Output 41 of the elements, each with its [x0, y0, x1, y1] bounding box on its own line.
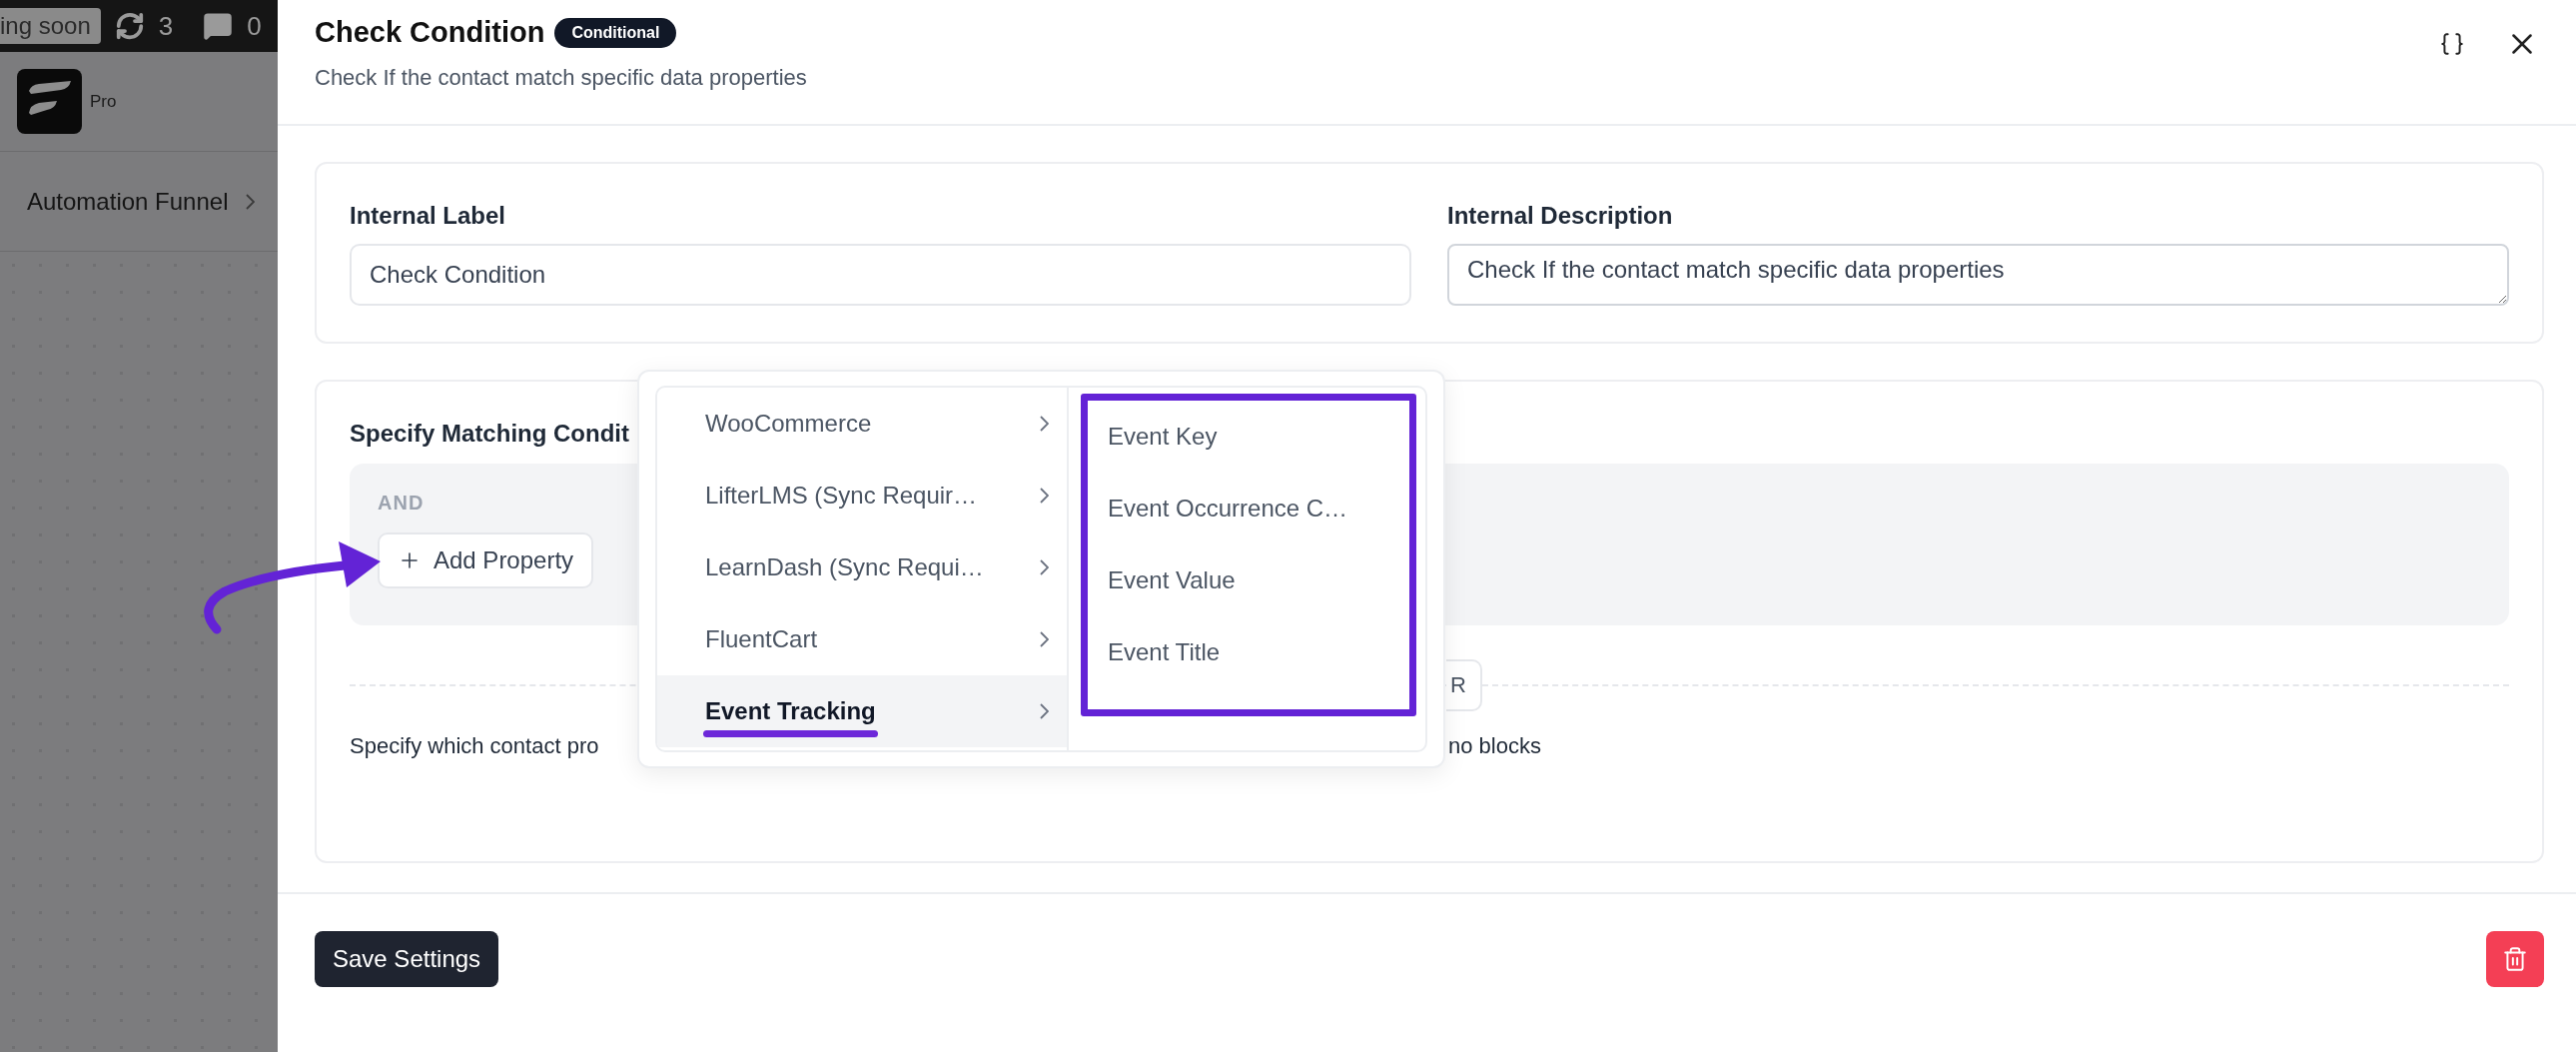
chevron-icon — [1040, 488, 1049, 504]
chevron-icon — [1040, 631, 1049, 647]
section-heading: Specify Matching Condit — [350, 420, 629, 448]
field-label: Internal Description — [1447, 202, 1674, 230]
group-label: AND — [378, 492, 425, 515]
add-property-button[interactable]: Add Property — [378, 532, 594, 588]
drawer-subtitle: Check If the contact match specific data properties — [315, 65, 808, 91]
coming-soon-badge: ing soon — [0, 8, 101, 44]
menu-option[interactable]: Event Occurrence C… — [1108, 473, 1409, 544]
description-field[interactable]: Check If the contact match specific data properties — [1447, 244, 2509, 306]
plan-label: Pro — [90, 91, 117, 112]
help-text: no blocks — [1448, 733, 1541, 759]
logo-icon — [17, 69, 82, 134]
chevron-icon — [1040, 703, 1049, 719]
chevron-icon — [246, 193, 256, 210]
menu-option[interactable]: Event Title — [1108, 616, 1409, 688]
braces-icon — [2439, 31, 2465, 57]
menu-category[interactable]: LearnDash (Sync Requi… — [657, 531, 1067, 603]
comment-icon[interactable] — [203, 11, 234, 41]
update-count: 3 — [158, 10, 174, 42]
chevron-icon — [1040, 559, 1049, 575]
sync-icon[interactable] — [114, 11, 145, 41]
menu-option[interactable]: Event Value — [1108, 544, 1409, 616]
delete-button[interactable] — [2486, 931, 2544, 987]
drawer-title: Check Condition — [315, 16, 545, 49]
help-text: Specify which contact pro — [350, 733, 599, 759]
or-button[interactable]: R — [1446, 659, 1482, 711]
menu-category[interactable]: LifterLMS (Sync Requir… — [657, 460, 1067, 531]
menu-option[interactable]: Event Key — [1108, 401, 1409, 473]
breadcrumb-link[interactable]: Automation Funnel — [27, 187, 229, 216]
trash-icon — [2502, 946, 2528, 972]
menu-category[interactable]: Event Tracking — [657, 675, 1067, 747]
field-label: Internal Label — [350, 202, 507, 230]
type-badge: Conditional — [554, 17, 677, 48]
menu-category[interactable]: FluentCart — [657, 603, 1067, 675]
save-button[interactable]: Save Settings — [315, 931, 499, 987]
label-field[interactable]: Check Condition — [350, 244, 1411, 306]
code-button[interactable] — [2439, 31, 2465, 57]
menu-category[interactable]: WooCommerce — [657, 388, 1067, 460]
chevron-icon — [1040, 416, 1049, 432]
comment-count: 0 — [247, 10, 262, 42]
